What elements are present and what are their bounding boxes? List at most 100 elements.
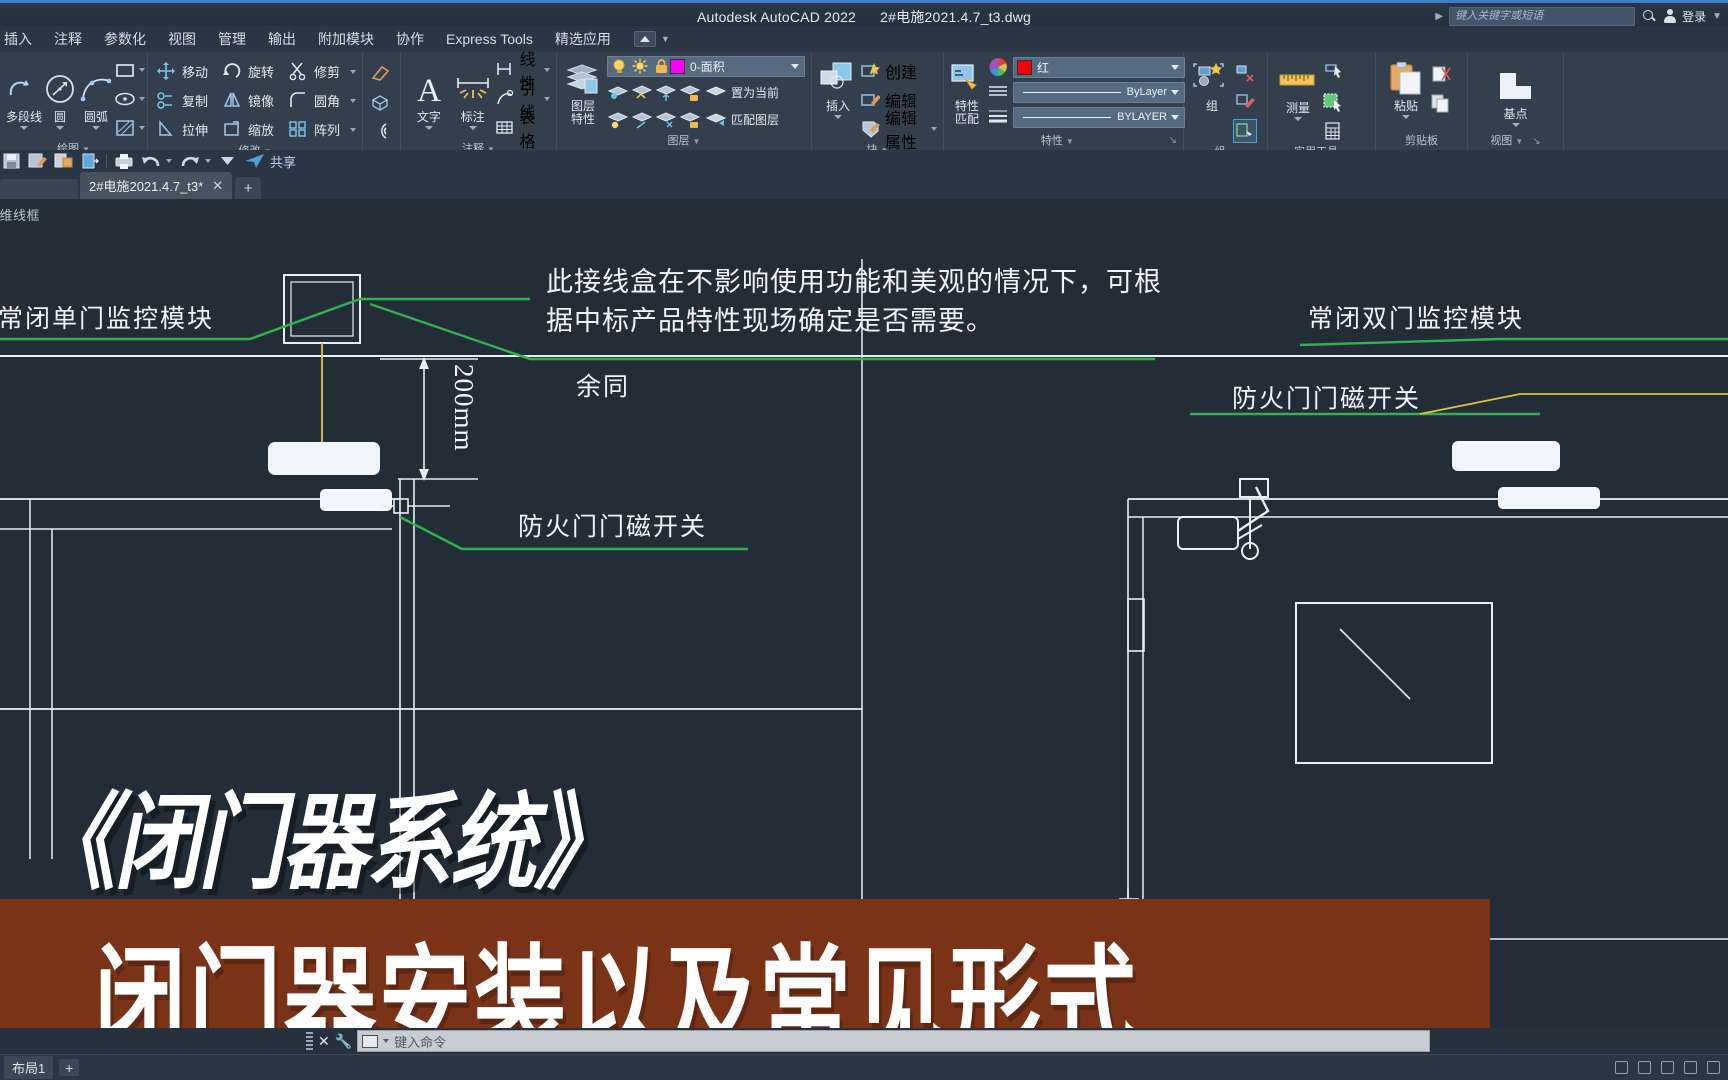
text-button[interactable]: A 文字 — [407, 67, 451, 130]
move-button[interactable]: 移动 — [154, 60, 217, 84]
measure-button[interactable]: 测量 — [1274, 58, 1322, 121]
chevron-down-icon[interactable] — [166, 159, 172, 163]
chevron-down-icon[interactable] — [1171, 64, 1179, 70]
tab-parametric[interactable]: 参数化 — [93, 26, 157, 52]
start-tab[interactable] — [0, 179, 78, 199]
command-input[interactable]: 键入命令 — [357, 1030, 1430, 1052]
paste-button[interactable]: 粘贴 — [1382, 56, 1430, 119]
match-layer-button[interactable]: 匹配图层 — [703, 107, 781, 131]
copy-clip-icon[interactable] — [1430, 93, 1452, 115]
chevron-down-icon[interactable] — [1171, 114, 1179, 120]
grid-icon[interactable] — [1638, 1061, 1651, 1074]
layout-tab-1[interactable]: 布局1 — [4, 1056, 54, 1079]
person-icon[interactable] — [1663, 9, 1676, 23]
tab-annotate[interactable]: 注释 — [43, 26, 93, 52]
cut-icon[interactable] — [1430, 64, 1452, 86]
panel-label-layers[interactable]: 图层 ▼ — [559, 134, 809, 150]
tab-collaborate[interactable]: 协作 — [385, 26, 435, 52]
chevron-down-icon[interactable] — [139, 67, 146, 72]
chevron-down-icon[interactable] — [1171, 89, 1179, 95]
color-wheel-icon[interactable] — [987, 56, 1009, 78]
chevron-down-icon[interactable] — [544, 67, 550, 72]
join-icon[interactable] — [369, 120, 391, 142]
ungroup-icon[interactable] — [1234, 62, 1256, 84]
scale-button[interactable]: 缩放 — [220, 118, 283, 142]
add-layout-button[interactable]: + — [59, 1059, 80, 1076]
chevron-down-icon[interactable] — [1402, 115, 1410, 119]
base-point-button[interactable]: 基点 — [1486, 64, 1546, 127]
chevron-down-icon[interactable] — [349, 127, 356, 132]
chevron-down-icon[interactable] — [205, 159, 211, 163]
chevron-down-icon[interactable]: ▼ — [661, 34, 670, 44]
tab-addins[interactable]: 附加模块 — [307, 26, 385, 52]
tab-output[interactable]: 输出 — [257, 26, 307, 52]
trim-button[interactable]: 修剪 — [286, 60, 347, 84]
layer-properties-button[interactable]: 图层 特性 — [563, 56, 603, 126]
redo-icon[interactable] — [179, 152, 199, 170]
save-icon[interactable] — [2, 152, 21, 170]
chevron-down-icon[interactable] — [139, 96, 146, 101]
chevron-down-icon[interactable] — [424, 126, 433, 130]
command-history-icon[interactable] — [362, 1034, 379, 1048]
panel-label-clipboard[interactable]: 剪贴板 — [1378, 134, 1465, 150]
wrench-icon[interactable]: 🔧 — [335, 1033, 352, 1050]
stretch-button[interactable]: 拉伸 — [154, 118, 217, 142]
save-as-icon[interactable] — [28, 152, 47, 170]
array-button[interactable]: 阵列 — [286, 118, 347, 142]
copy-button[interactable]: 复制 — [154, 89, 217, 113]
match-properties-button[interactable]: 特性 匹配 — [950, 56, 984, 126]
select-all-icon[interactable] — [1322, 91, 1344, 113]
explode-icon[interactable] — [369, 91, 391, 113]
layer-thaw-icon[interactable] — [655, 108, 677, 130]
layer-on-icon[interactable] — [611, 58, 628, 75]
layer-selector[interactable]: 0-面积 — [607, 56, 805, 77]
chevron-down-icon[interactable] — [834, 115, 842, 119]
file-tab-drawing[interactable]: 2#电施2021.4.7_t3* ✕ — [80, 172, 233, 199]
quick-select-icon[interactable] — [1322, 62, 1344, 84]
chevron-down-icon[interactable] — [20, 126, 28, 130]
share-button[interactable]: 共享 — [270, 152, 296, 171]
customization-icon[interactable] — [1707, 1061, 1720, 1074]
edit-attributes-row[interactable]: 编辑属性 — [860, 111, 937, 152]
linetype-selector[interactable]: ByLayer — [1013, 81, 1185, 103]
layer-lock-icon[interactable] — [653, 58, 670, 75]
open-icon[interactable] — [54, 152, 73, 170]
expand-arrow-icon[interactable]: ▶ — [1435, 11, 1443, 22]
chevron-down-icon[interactable] — [931, 126, 937, 131]
calculator-icon[interactable] — [1322, 120, 1344, 142]
share-icon[interactable] — [244, 152, 264, 170]
layer-off-icon[interactable] — [607, 108, 629, 130]
new-tab-button[interactable]: + — [235, 177, 262, 199]
ortho-icon[interactable] — [1684, 1061, 1697, 1074]
tab-insert[interactable]: 插入 — [0, 26, 43, 52]
ellipse-row[interactable] — [114, 84, 146, 113]
chevron-down-icon[interactable] — [56, 126, 65, 130]
layer-freeze-tool-icon[interactable] — [655, 81, 677, 103]
rectangle-row[interactable] — [114, 55, 146, 84]
chevron-down-icon[interactable] — [92, 126, 101, 130]
panel-label-view[interactable]: 视图 ▼ ↘ — [1470, 134, 1561, 150]
search-icon[interactable] — [1641, 8, 1657, 24]
close-icon[interactable]: ✕ — [318, 1033, 330, 1050]
group-edit-icon[interactable] — [1234, 91, 1256, 113]
chevron-down-icon[interactable] — [1511, 122, 1520, 127]
panel-label-properties[interactable]: 特性 ▼ ↘ — [946, 134, 1181, 150]
tab-manage[interactable]: 管理 — [207, 26, 257, 52]
ribbon-display-options-button[interactable] — [633, 31, 656, 47]
login-button[interactable]: 登录 — [1682, 8, 1706, 25]
chevron-down-icon[interactable] — [791, 64, 799, 69]
layer-lock-tool-icon[interactable] — [679, 81, 701, 103]
polyline-button[interactable]: 多段线 — [6, 67, 42, 130]
command-line-grip[interactable] — [306, 1032, 313, 1050]
chevron-down-icon[interactable] — [383, 1039, 390, 1043]
insert-block-button[interactable]: 插入 — [818, 56, 858, 119]
plot-icon[interactable] — [114, 152, 133, 170]
undo-icon[interactable] — [140, 152, 160, 170]
export-icon[interactable] — [80, 152, 99, 170]
customize-icon[interactable] — [218, 152, 237, 170]
group-selection-icon[interactable] — [1233, 118, 1257, 143]
layer-unlock-icon[interactable] — [679, 108, 701, 130]
circle-button[interactable]: 圆 — [42, 67, 78, 130]
create-block-row[interactable]: 创建 — [860, 56, 937, 85]
layer-isolate-icon[interactable] — [607, 81, 629, 103]
